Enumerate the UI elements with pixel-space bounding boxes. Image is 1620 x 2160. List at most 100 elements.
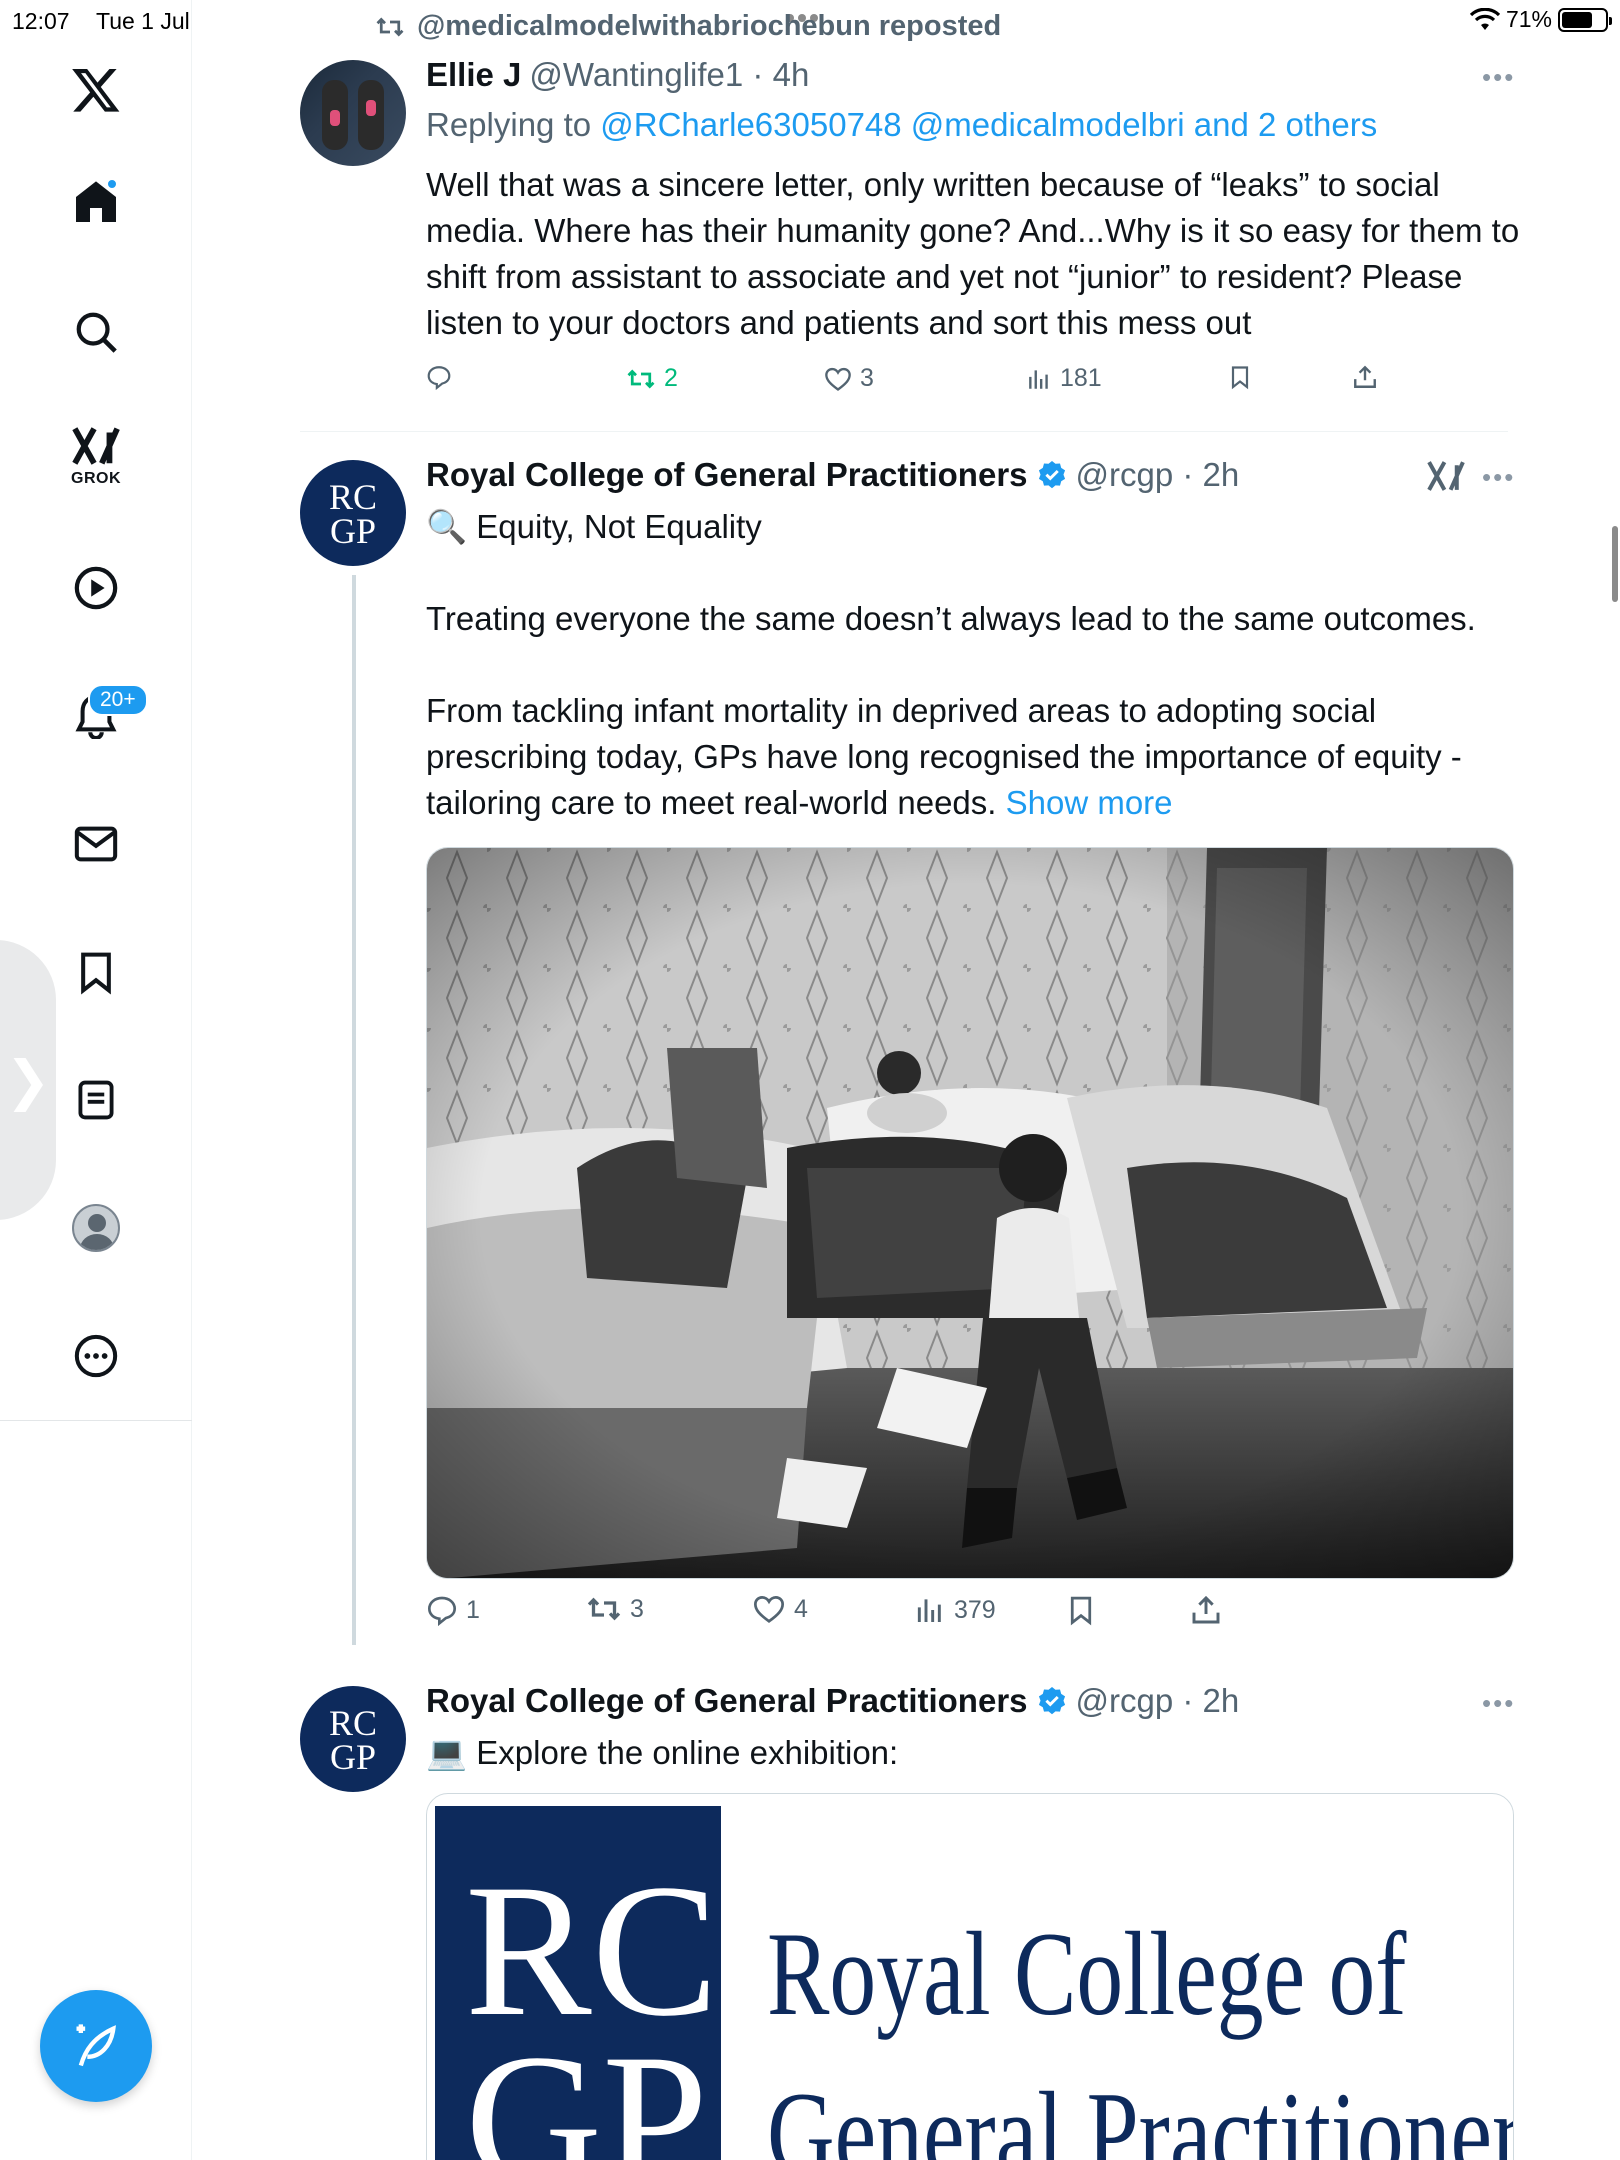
compose-button[interactable] xyxy=(40,1990,152,2102)
scrollbar[interactable] xyxy=(1612,526,1618,602)
tweet-header: Royal College of General Practitioners @… xyxy=(426,1682,1239,1720)
author-handle[interactable]: @Wantinglife1 · 4h xyxy=(529,56,809,94)
repost-button[interactable]: 3 xyxy=(586,1594,644,1624)
tweet-text: 💻 Explore the online exhibition: xyxy=(426,1730,1526,1776)
search-icon[interactable] xyxy=(62,298,130,366)
avatar[interactable]: RC GP xyxy=(300,1686,406,1792)
grok-icon[interactable]: GROK xyxy=(62,422,130,490)
repost-count: 2 xyxy=(664,364,678,392)
lists-icon[interactable] xyxy=(62,1066,130,1134)
author-handle[interactable]: @rcgp · 2h xyxy=(1076,456,1240,494)
repost-banner[interactable]: @medicalmodelwithabriochebun reposted xyxy=(375,10,1001,43)
tweet-header: Ellie J @Wantinglife1 · 4h xyxy=(426,56,809,94)
repost-icon xyxy=(587,1597,621,1621)
avatar-text-gp: GP xyxy=(329,511,377,551)
magnifier-emoji: 🔍 xyxy=(426,508,468,545)
author-handle[interactable]: @rcgp · 2h xyxy=(1076,1682,1240,1720)
card-title: Royal College of General Practitioners xyxy=(767,1894,1514,2160)
card-title-line-1: Royal College of xyxy=(767,1907,1407,2040)
views-count: 181 xyxy=(1060,364,1102,392)
bookmark-icon xyxy=(1070,1596,1092,1626)
like-count: 3 xyxy=(860,364,874,392)
link-preview-card[interactable]: RC GP Royal College of General Practitio… xyxy=(426,1793,1514,2160)
grok-label: GROK xyxy=(71,470,121,487)
tweet-line-1: Equity, Not Equality xyxy=(476,508,762,545)
tweet-photo[interactable] xyxy=(426,847,1514,1579)
avatar-text-rc: RC xyxy=(328,1703,378,1743)
thread-connector xyxy=(352,575,356,1645)
share-button[interactable] xyxy=(1352,364,1378,390)
tweet-text: Well that was a sincere letter, only wri… xyxy=(426,166,1520,341)
repost-button[interactable]: 2 xyxy=(626,364,678,393)
grok-explain-icon[interactable] xyxy=(1426,458,1466,499)
repost-icon xyxy=(376,17,404,36)
more-options-icon[interactable]: ••• xyxy=(1482,62,1515,93)
author-name[interactable]: Royal College of General Practitioners xyxy=(426,456,1028,494)
photo-children-bedroom xyxy=(427,848,1513,1578)
side-panel-handle[interactable]: ❯ xyxy=(0,940,56,1220)
author-name[interactable]: Royal College of General Practitioners xyxy=(426,1682,1028,1720)
x-logo-icon[interactable] xyxy=(62,56,130,124)
timeline: @medicalmodelwithabriochebun reposted El… xyxy=(192,0,1620,2160)
messages-envelope-icon[interactable] xyxy=(62,810,130,878)
avatar[interactable] xyxy=(300,60,406,166)
share-icon xyxy=(1192,1595,1220,1624)
bookmark-button[interactable] xyxy=(1066,1594,1096,1626)
verified-badge-icon xyxy=(1036,459,1068,491)
profile-avatar-icon[interactable] xyxy=(62,1194,130,1262)
heart-icon xyxy=(825,367,851,391)
compose-feather-icon xyxy=(76,2024,116,2067)
replying-to-prefix: Replying to xyxy=(426,106,601,143)
like-count: 4 xyxy=(794,1594,808,1623)
views-count: 379 xyxy=(954,1595,996,1624)
avatar[interactable]: RC GP xyxy=(300,460,406,566)
like-button[interactable]: 3 xyxy=(824,364,874,393)
avatar-text-rc: RC xyxy=(328,477,378,517)
sidebar: GROK 20+ ❯ xyxy=(0,0,192,2160)
reply-icon xyxy=(427,1596,457,1626)
card-logo-gp: GP xyxy=(465,2016,708,2160)
bookmark-button[interactable] xyxy=(1228,364,1252,390)
chevron-right-icon: ❯ xyxy=(5,1048,51,1112)
bookmarks-icon[interactable] xyxy=(62,938,130,1006)
laptop-emoji: 💻 xyxy=(426,1734,468,1771)
more-options-icon[interactable]: ••• xyxy=(1482,462,1515,493)
card-logo: RC GP xyxy=(435,1806,721,2160)
author-name[interactable]: Ellie J xyxy=(426,56,521,94)
like-button[interactable]: 4 xyxy=(752,1594,808,1624)
views-chart-icon xyxy=(917,1599,941,1622)
views-chart-icon xyxy=(1029,369,1048,389)
home-icon[interactable] xyxy=(62,168,130,236)
replying-to-users[interactable]: @RCharle63050748 @medicalmodelbri and 2 … xyxy=(600,106,1377,143)
home-unread-dot xyxy=(106,178,118,190)
notifications-badge: 20+ xyxy=(88,684,148,716)
tweet-text: 🔍 Equity, Not Equality Treating everyone… xyxy=(426,504,1526,826)
tweet-line-1: Explore the online exhibition: xyxy=(476,1734,899,1771)
tweet-paragraph-3: From tackling infant mortality in depriv… xyxy=(426,692,1462,821)
replying-to: Replying to @RCharle63050748 @medicalmod… xyxy=(426,106,1377,144)
tweet-header: Royal College of General Practitioners @… xyxy=(426,456,1239,494)
tweet-paragraph-2: Treating everyone the same doesn’t alway… xyxy=(426,600,1476,637)
reply-button[interactable] xyxy=(426,364,460,390)
card-title-line-2: General Practitioners xyxy=(767,2067,1514,2160)
video-play-icon[interactable] xyxy=(62,554,130,622)
avatar-text-gp: GP xyxy=(329,1737,377,1777)
repost-count: 3 xyxy=(630,1594,644,1623)
more-options-icon[interactable]: ••• xyxy=(1482,1688,1515,1719)
views-button[interactable]: 181 xyxy=(1026,364,1102,393)
tweet-separator xyxy=(300,431,1508,432)
show-more-link[interactable]: Show more xyxy=(1006,784,1173,821)
reply-icon xyxy=(427,366,451,390)
sidebar-divider xyxy=(0,1420,192,1421)
share-icon xyxy=(1354,365,1376,388)
heart-icon xyxy=(753,1596,785,1623)
more-circle-icon[interactable] xyxy=(62,1322,130,1390)
verified-badge-icon xyxy=(1036,1685,1068,1717)
share-button[interactable] xyxy=(1190,1594,1222,1626)
reply-count: 1 xyxy=(466,1595,480,1624)
bookmark-icon xyxy=(1231,366,1249,390)
repost-banner-text: @medicalmodelwithabriochebun reposted xyxy=(417,10,1002,42)
views-button[interactable]: 379 xyxy=(914,1594,996,1626)
repost-icon xyxy=(627,369,655,388)
reply-button[interactable]: 1 xyxy=(426,1594,480,1626)
